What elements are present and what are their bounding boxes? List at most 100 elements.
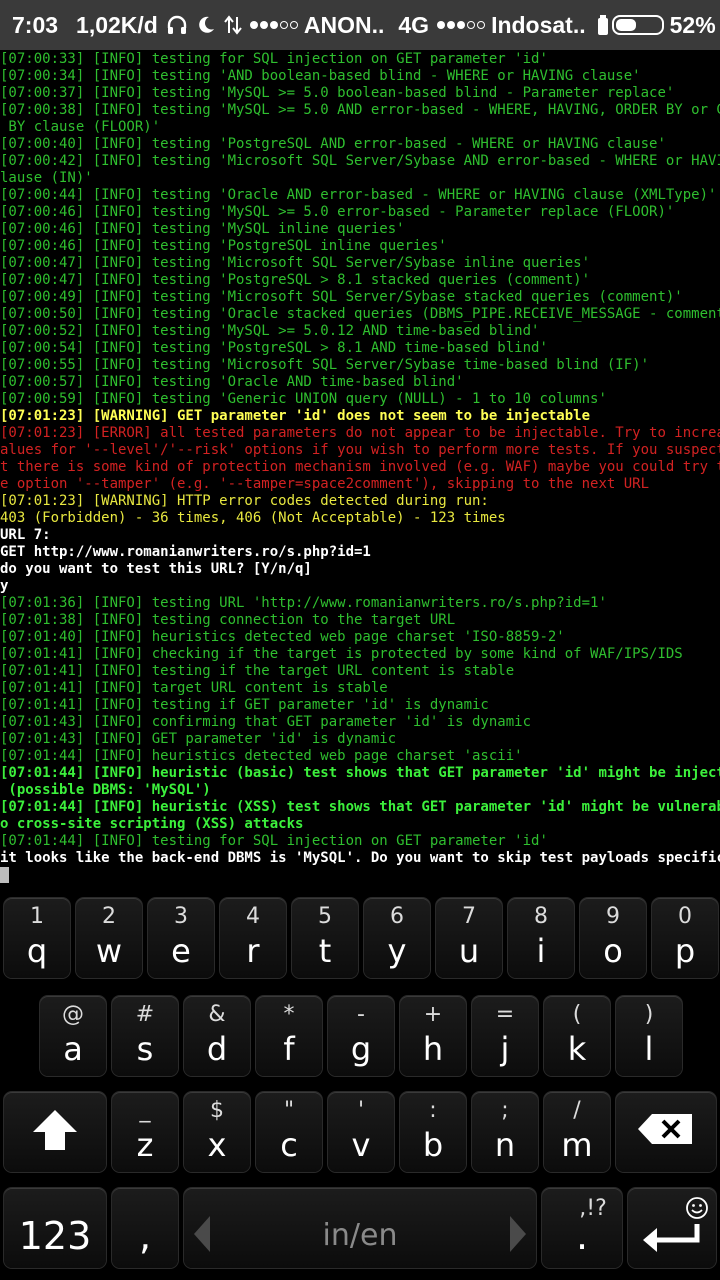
terminal-line: [07:00:46] [INFO] testing 'MySQL >= 5.0 … xyxy=(0,204,675,220)
key-label: d xyxy=(206,1030,228,1068)
key-y[interactable]: 6y xyxy=(364,898,430,978)
terminal-line: [07:00:34] [INFO] testing 'AND boolean-b… xyxy=(0,68,641,84)
key-hint-label: ) xyxy=(644,1002,654,1027)
key-label: u xyxy=(458,932,480,970)
enter-icon xyxy=(628,1222,716,1260)
terminal-line: [07:01:23] [WARNING] GET parameter 'id' … xyxy=(0,408,591,424)
key-hint-label: = xyxy=(495,1002,515,1027)
key-hint-label: 6 xyxy=(390,904,404,929)
text-cursor xyxy=(0,867,9,883)
comma-key[interactable]: , xyxy=(112,1188,178,1268)
key-x[interactable]: $ x xyxy=(184,1092,250,1172)
key-e[interactable]: 3e xyxy=(148,898,214,978)
terminal-line: [07:01:44] [INFO] testing for SQL inject… xyxy=(0,833,548,849)
terminal-line: [07:01:44] [INFO] heuristic (XSS) test s… xyxy=(0,799,720,815)
key-hint-label: 7 xyxy=(462,904,476,929)
terminal-line: [07:00:47] [INFO] testing 'PostgreSQL > … xyxy=(0,272,591,288)
key-v[interactable]: ' v xyxy=(328,1092,394,1172)
key-n[interactable]: ; n xyxy=(472,1092,538,1172)
key-label: g xyxy=(350,1030,372,1068)
terminal-line: [07:01:38] [INFO] testing connection to … xyxy=(0,612,456,628)
terminal-cursor-line[interactable] xyxy=(0,867,720,884)
terminal-line: [07:00:57] [INFO] testing 'Oracle AND ti… xyxy=(0,374,464,390)
key-l[interactable]: ) l xyxy=(616,996,682,1076)
key-label: y xyxy=(387,932,407,970)
key-k[interactable]: (k xyxy=(544,996,610,1076)
key-label: l xyxy=(644,1030,654,1068)
key-label: t xyxy=(318,932,332,970)
key-m[interactable]: / m xyxy=(544,1092,610,1172)
terminal-line: [07:00:40] [INFO] testing 'PostgreSQL AN… xyxy=(0,136,666,152)
key-c[interactable]: " c xyxy=(256,1092,322,1172)
key-s[interactable]: # s xyxy=(112,996,178,1076)
terminal-line: [07:01:41] [INFO] testing if the target … xyxy=(0,663,515,679)
numbers-key-label: 123 xyxy=(18,1214,92,1258)
key-d[interactable]: & d xyxy=(184,996,250,1076)
enter-key[interactable] xyxy=(628,1188,716,1268)
key-hint-label: 2 xyxy=(102,904,116,929)
space-key[interactable]: in/en xyxy=(184,1188,536,1268)
terminal-line: [07:00:54] [INFO] testing 'PostgreSQL > … xyxy=(0,340,548,356)
key-h[interactable]: + h xyxy=(400,996,466,1076)
terminal-line: [07:00:55] [INFO] testing 'Microsoft SQL… xyxy=(0,357,650,373)
key-p[interactable]: 0p xyxy=(652,898,718,978)
key-hint-label: - xyxy=(357,1002,365,1027)
key-label: z xyxy=(136,1126,154,1164)
on-screen-keyboard: 1 q 2 w 3 e 4 r 5 t 6 y 7 u 8 i 9 o 0 p @ a # s & d * f - g + h = j(k) l _ z… xyxy=(0,890,720,1280)
status-network-type: 4G xyxy=(398,11,430,38)
key-b[interactable]: :b xyxy=(400,1092,466,1172)
data-transfer-icon xyxy=(224,15,242,35)
key-j[interactable]: = j xyxy=(472,996,538,1076)
terminal-line: y xyxy=(0,578,9,594)
battery-icon xyxy=(611,15,664,35)
terminal-line: [07:01:41] [INFO] target URL content is … xyxy=(0,680,388,696)
terminal-line: o cross-site scripting (XSS) attacks xyxy=(0,816,304,832)
key-q[interactable]: 1q xyxy=(4,898,70,978)
moon-icon xyxy=(196,15,216,35)
key-hint-label: 4 xyxy=(246,904,260,929)
key-r[interactable]: 4r xyxy=(220,898,286,978)
key-hint-label: ; xyxy=(501,1098,509,1123)
backspace-key[interactable] xyxy=(616,1092,716,1172)
arrow-left-icon xyxy=(192,1214,212,1262)
key-z[interactable]: _ z xyxy=(112,1092,178,1172)
terminal-line: [07:00:37] [INFO] testing 'MySQL >= 5.0 … xyxy=(0,85,675,101)
terminal-line: [07:01:23] [ERROR] all tested parameters… xyxy=(0,425,720,441)
key-label: a xyxy=(63,1030,83,1068)
status-battery-percent: 52% xyxy=(669,11,716,38)
status-time: 7:03 xyxy=(12,11,59,38)
terminal-line: [07:01:36] [INFO] testing URL 'http://ww… xyxy=(0,595,607,611)
terminal-line: [07:00:42] [INFO] testing 'Microsoft SQL… xyxy=(0,153,720,169)
key-w[interactable]: 2w xyxy=(76,898,142,978)
key-u[interactable]: 7u xyxy=(436,898,502,978)
terminal-line: 403 (Forbidden) - 36 times, 406 (Not Acc… xyxy=(0,510,506,526)
numbers-key[interactable]: 123 xyxy=(4,1188,106,1268)
key-t[interactable]: 5t xyxy=(292,898,358,978)
key-label: x xyxy=(207,1126,227,1164)
key-i[interactable]: 8i xyxy=(508,898,574,978)
terminal-output[interactable]: [07:00:33] [INFO] testing for SQL inject… xyxy=(0,51,720,887)
terminal-line: [07:00:46] [INFO] testing 'PostgreSQL in… xyxy=(0,238,447,254)
key-label: i xyxy=(536,932,546,970)
charging-icon xyxy=(597,15,608,35)
period-key[interactable]: ,!?. xyxy=(542,1188,622,1268)
terminal-line: URL 7: xyxy=(0,527,51,543)
key-g[interactable]: -g xyxy=(328,996,394,1076)
key-a[interactable]: @ a xyxy=(40,996,106,1076)
key-o[interactable]: 9o xyxy=(580,898,646,978)
key-hint-label: 8 xyxy=(534,904,548,929)
terminal-line: [07:01:41] [INFO] testing if GET paramet… xyxy=(0,697,489,713)
key-label: p xyxy=(674,932,696,970)
shift-key[interactable] xyxy=(4,1092,106,1172)
key-label: h xyxy=(422,1030,444,1068)
key-hint-label: * xyxy=(283,1002,295,1027)
terminal-line: [07:00:33] [INFO] testing for SQL inject… xyxy=(0,51,548,67)
terminal-line: [07:00:59] [INFO] testing 'Generic UNION… xyxy=(0,391,607,407)
key-label: k xyxy=(567,1030,587,1068)
terminal-line: [07:00:49] [INFO] testing 'Microsoft SQL… xyxy=(0,289,683,305)
key-hint-label: 1 xyxy=(30,904,44,929)
shift-arrow-icon xyxy=(4,1106,106,1164)
key-f[interactable]: * f xyxy=(256,996,322,1076)
key-hint-label: : xyxy=(429,1098,437,1123)
key-hint-label: 0 xyxy=(678,904,692,929)
